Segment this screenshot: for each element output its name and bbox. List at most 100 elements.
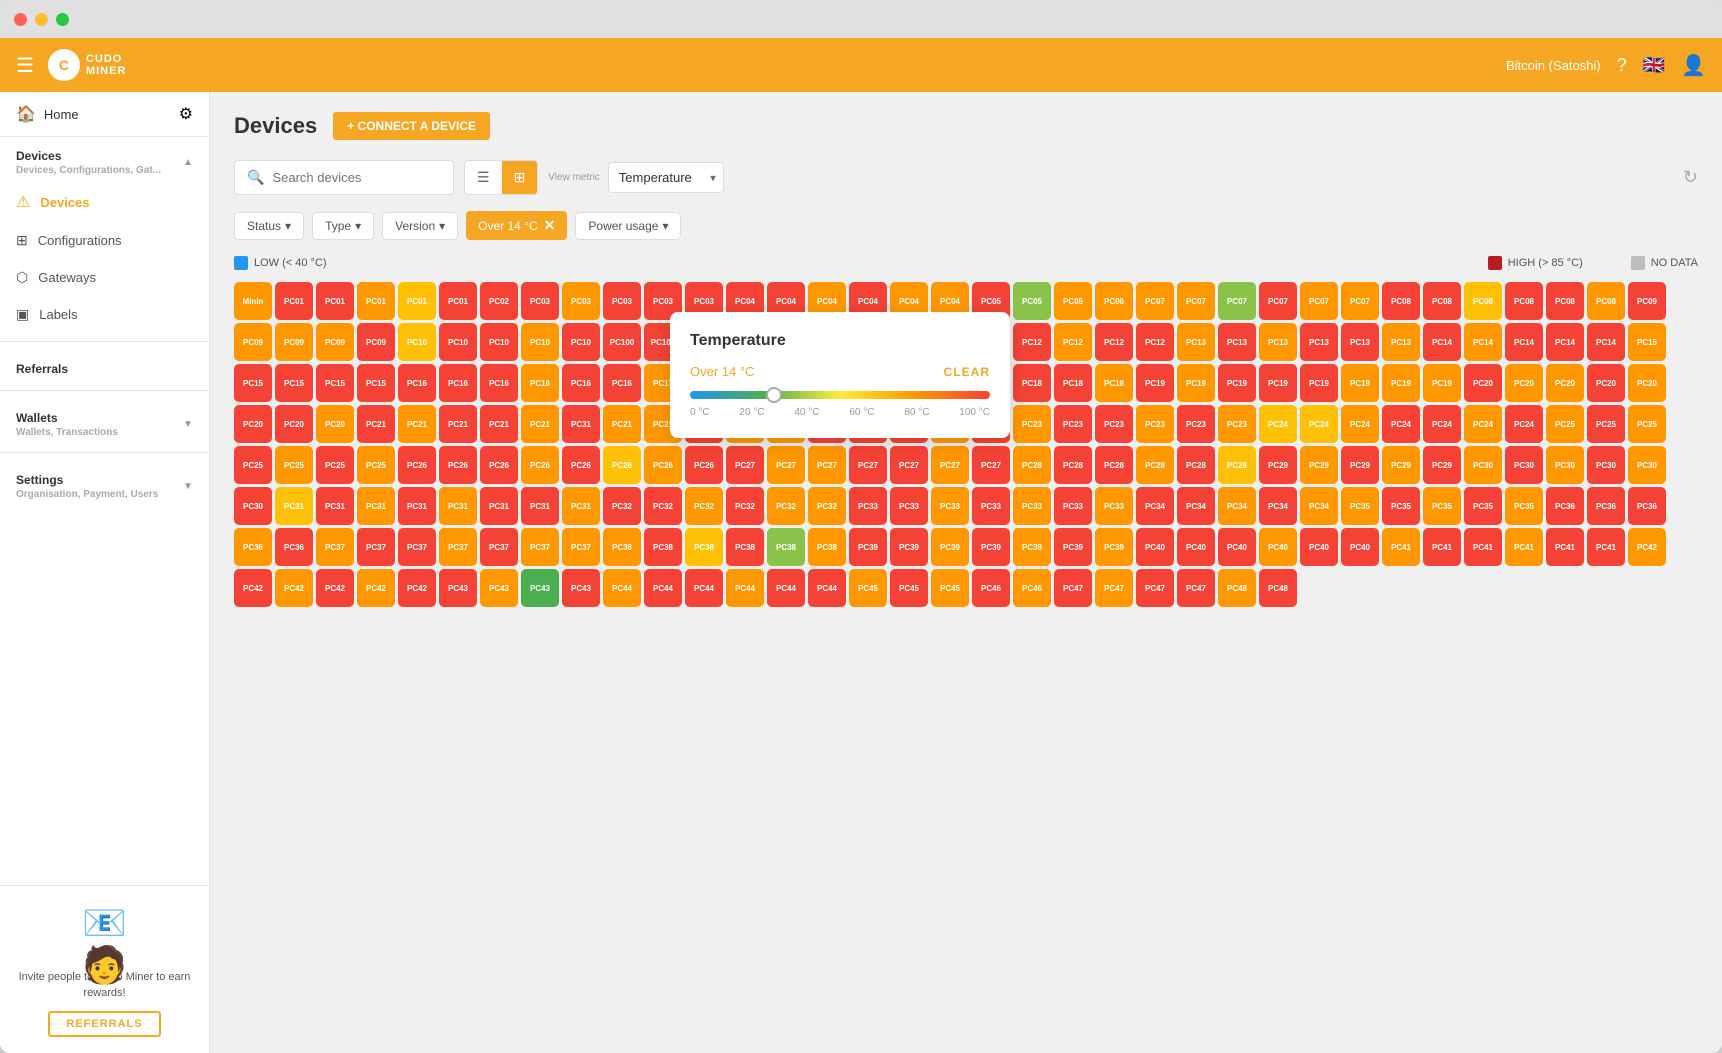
device-cell[interactable]: PC09 <box>1628 282 1666 320</box>
device-cell[interactable]: PC20 <box>275 405 313 443</box>
device-cell[interactable]: PC16 <box>398 364 436 402</box>
device-cell[interactable]: PC41 <box>1546 528 1584 566</box>
device-cell[interactable]: PC43 <box>562 569 600 607</box>
device-cell[interactable]: PC03 <box>562 282 600 320</box>
device-cell[interactable]: PC03 <box>603 282 641 320</box>
device-cell[interactable]: PC30 <box>1464 446 1502 484</box>
device-cell[interactable]: PC12 <box>1054 323 1092 361</box>
device-cell[interactable]: PC26 <box>603 446 641 484</box>
device-cell[interactable]: PC24 <box>1382 405 1420 443</box>
device-cell[interactable]: PC34 <box>1177 487 1215 525</box>
device-cell[interactable]: PC41 <box>1464 528 1502 566</box>
device-cell[interactable]: PC13 <box>1300 323 1338 361</box>
device-cell[interactable]: PC14 <box>1546 323 1584 361</box>
device-cell[interactable]: PC26 <box>439 446 477 484</box>
device-cell[interactable]: PC37 <box>439 528 477 566</box>
device-cell[interactable]: PC37 <box>562 528 600 566</box>
device-cell[interactable]: PC40 <box>1218 528 1256 566</box>
device-cell[interactable]: PC09 <box>275 323 313 361</box>
device-cell[interactable]: PC20 <box>1464 364 1502 402</box>
device-cell[interactable]: PC44 <box>726 569 764 607</box>
device-cell[interactable]: PC33 <box>972 487 1010 525</box>
device-cell[interactable]: PC27 <box>890 446 928 484</box>
device-cell[interactable]: PC38 <box>808 528 846 566</box>
device-cell[interactable]: PC45 <box>890 569 928 607</box>
device-cell[interactable]: PC13 <box>1177 323 1215 361</box>
device-cell[interactable]: PC32 <box>685 487 723 525</box>
device-cell[interactable]: PC29 <box>1341 446 1379 484</box>
device-cell[interactable]: PC18 <box>1054 364 1092 402</box>
device-cell[interactable]: PC33 <box>1054 487 1092 525</box>
device-cell[interactable]: PC08 <box>1464 282 1502 320</box>
device-cell[interactable]: PC44 <box>644 569 682 607</box>
device-cell[interactable]: PC45 <box>931 569 969 607</box>
referrals-section[interactable]: Referrals <box>0 350 209 382</box>
device-cell[interactable]: PC42 <box>234 569 272 607</box>
device-cell[interactable]: PC16 <box>439 364 477 402</box>
device-cell[interactable]: PC05 <box>1054 282 1092 320</box>
device-cell[interactable]: PC13 <box>1341 323 1379 361</box>
device-cell[interactable]: PC12 <box>1136 323 1174 361</box>
device-cell[interactable]: PC26 <box>521 446 559 484</box>
device-cell[interactable]: PC48 <box>1218 569 1256 607</box>
device-cell[interactable]: PC21 <box>357 405 395 443</box>
device-cell[interactable]: PC30 <box>1505 446 1543 484</box>
device-cell[interactable]: PC38 <box>726 528 764 566</box>
device-cell[interactable]: PC15 <box>316 364 354 402</box>
device-cell[interactable]: PC35 <box>1341 487 1379 525</box>
device-cell[interactable]: PC32 <box>644 487 682 525</box>
device-cell[interactable]: PC48 <box>1259 569 1297 607</box>
device-cell[interactable]: PC21 <box>398 405 436 443</box>
device-cell[interactable]: PC40 <box>1341 528 1379 566</box>
device-cell[interactable]: PC42 <box>1628 528 1666 566</box>
sidebar-item-configurations[interactable]: ⊞ Configurations <box>0 222 209 259</box>
help-icon[interactable]: ? <box>1617 55 1627 76</box>
device-cell[interactable]: PC03 <box>521 282 559 320</box>
device-cell[interactable]: PC18 <box>1095 364 1133 402</box>
device-cell[interactable]: PC08 <box>1423 282 1461 320</box>
device-cell[interactable]: PC24 <box>1300 405 1338 443</box>
device-cell[interactable]: PC33 <box>1095 487 1133 525</box>
device-cell[interactable]: PC31 <box>275 487 313 525</box>
device-cell[interactable]: PC23 <box>1177 405 1215 443</box>
device-cell[interactable]: PC44 <box>767 569 805 607</box>
device-cell[interactable]: PC26 <box>480 446 518 484</box>
device-cell[interactable]: PC13 <box>1259 323 1297 361</box>
settings-icon[interactable]: ⚙ <box>179 104 193 124</box>
device-cell[interactable]: PC34 <box>1300 487 1338 525</box>
temperature-slider-track[interactable] <box>690 391 990 399</box>
device-cell[interactable]: PC40 <box>1177 528 1215 566</box>
device-cell[interactable]: PC26 <box>644 446 682 484</box>
device-cell[interactable]: PC28 <box>1013 446 1051 484</box>
device-cell[interactable]: PC06 <box>1095 282 1133 320</box>
connect-device-button[interactable]: + CONNECT A DEVICE <box>333 112 490 140</box>
device-cell[interactable]: PC24 <box>1259 405 1297 443</box>
device-cell[interactable]: PC38 <box>767 528 805 566</box>
device-cell[interactable]: PC23 <box>1054 405 1092 443</box>
hamburger-icon[interactable]: ☰ <box>16 53 34 78</box>
device-cell[interactable]: PC30 <box>1546 446 1584 484</box>
device-cell[interactable]: PC40 <box>1259 528 1297 566</box>
device-cell[interactable]: PC10 <box>521 323 559 361</box>
device-cell[interactable]: PC09 <box>316 323 354 361</box>
device-cell[interactable]: PC31 <box>562 405 600 443</box>
grid-view-button[interactable]: ⊞ <box>502 161 538 194</box>
type-filter[interactable]: Type ▾ <box>312 212 374 240</box>
wallets-section-header[interactable]: Wallets Wallets, Transactions ▼ <box>0 399 209 444</box>
device-cell[interactable]: PC20 <box>1505 364 1543 402</box>
device-cell[interactable]: PC09 <box>234 323 272 361</box>
minimize-btn[interactable] <box>35 13 48 26</box>
power-usage-filter[interactable]: Power usage ▾ <box>575 212 681 240</box>
device-cell[interactable]: PC20 <box>1546 364 1584 402</box>
maximize-btn[interactable] <box>56 13 69 26</box>
device-cell[interactable]: PC07 <box>1300 282 1338 320</box>
device-cell[interactable]: PC21 <box>521 405 559 443</box>
device-cell[interactable]: PC25 <box>1628 405 1666 443</box>
device-cell[interactable]: PC15 <box>1628 323 1666 361</box>
device-cell[interactable]: PC32 <box>603 487 641 525</box>
device-cell[interactable]: PC19 <box>1423 364 1461 402</box>
search-input[interactable] <box>272 170 441 185</box>
device-cell[interactable]: PC34 <box>1259 487 1297 525</box>
device-cell[interactable]: PC41 <box>1382 528 1420 566</box>
device-cell[interactable]: PC41 <box>1423 528 1461 566</box>
